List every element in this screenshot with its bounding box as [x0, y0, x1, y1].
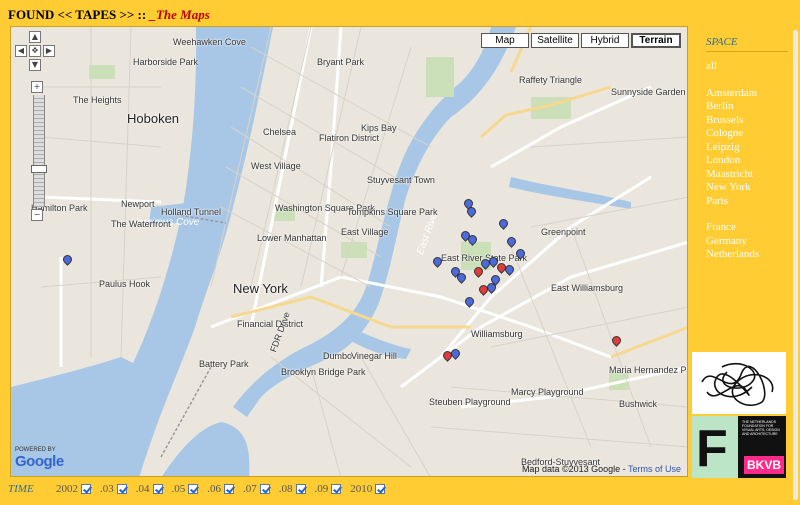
- map-label-flatiron: Flatiron District: [319, 133, 380, 143]
- google-branding: POWERED BY Google: [15, 447, 64, 470]
- pan-center-icon[interactable]: ✥: [29, 45, 41, 57]
- city-link[interactable]: London: [706, 154, 788, 168]
- zoom-out-icon[interactable]: −: [31, 209, 43, 221]
- map-label-east-williamsburg: East Williamsburg: [551, 283, 624, 293]
- map-label-greenpoint: Greenpoint: [541, 227, 586, 237]
- map-label-maria-hernandez: Maria Hernandez Park: [609, 365, 687, 375]
- space-sidebar: SPACE all Amsterdam Berlin Brussels Colo…: [706, 36, 788, 262]
- map-label-paulus-hook: Paulus Hook: [99, 279, 151, 289]
- city-link[interactable]: Brussels: [706, 114, 788, 128]
- year-filter[interactable]: 2010: [350, 483, 386, 495]
- map-label-weehawken: Weehawken Cove: [173, 37, 246, 47]
- year-checkbox[interactable]: [375, 484, 386, 494]
- map-label-marcy: Marcy Playground: [511, 387, 584, 397]
- year-checkbox[interactable]: [331, 484, 342, 494]
- map-label-the-waterfront: The Waterfront: [111, 219, 171, 229]
- time-label: TIME: [8, 483, 34, 495]
- map-view[interactable]: New York Hoboken East Village Greenpoint…: [10, 26, 688, 477]
- map-label-newport: Newport: [121, 199, 155, 209]
- city-link[interactable]: Amsterdam: [706, 87, 788, 101]
- map-label-harborside: Harborside Park: [133, 57, 199, 67]
- map-label-chelsea: Chelsea: [263, 127, 297, 137]
- map-attribution-text: Map data ©2013 Google -: [521, 464, 628, 474]
- sponsor-logo-letter: F: [696, 420, 728, 478]
- map-type-selector: Map Satellite Hybrid Terrain: [481, 33, 681, 48]
- sponsor-name: BKVB: [743, 456, 784, 474]
- city-link[interactable]: Paris: [706, 195, 788, 209]
- terms-of-use-link[interactable]: Terms of Use: [628, 464, 681, 474]
- map-label-raffety: Raffety Triangle: [519, 75, 582, 85]
- map-label-sunnyside: Sunnyside Garden Park: [611, 87, 687, 97]
- map-label-steuben-playground: Steuben Playground: [429, 397, 511, 407]
- map-type-map-button[interactable]: Map: [481, 33, 529, 48]
- year-checkbox[interactable]: [259, 484, 270, 494]
- map-label-williamsburg: Williamsburg: [471, 329, 523, 339]
- map-label-kips-bay: Kips Bay: [361, 123, 397, 133]
- year-filter[interactable]: .03: [100, 483, 127, 495]
- map-label-brooklyn-bridge-park: Brooklyn Bridge Park: [281, 367, 366, 377]
- year-checkbox[interactable]: [152, 484, 163, 494]
- year-filter[interactable]: .04: [136, 483, 163, 495]
- map-label-tompkins: Tompkins Square Park: [347, 207, 438, 217]
- map-label-hoboken: Hoboken: [127, 111, 180, 126]
- map-type-hybrid-button[interactable]: Hybrid: [581, 33, 629, 48]
- year-checkbox[interactable]: [224, 484, 234, 494]
- time-filter-bar: TIME 2002 .03 .04 .05 .06 .07 .08 .09 20…: [8, 483, 394, 495]
- zoom-slider[interactable]: [31, 95, 47, 207]
- year-filter[interactable]: .06: [207, 483, 234, 495]
- map-attribution: Map data ©2013 Google - Terms of Use: [522, 464, 681, 474]
- map-label-the-heights: The Heights: [73, 95, 122, 105]
- year-filter[interactable]: 2002: [56, 483, 91, 495]
- year-checkbox[interactable]: [81, 484, 91, 494]
- sponsor-small-text: THE NETHERLANDS FOUNDATION FOR VISUAL AR…: [742, 420, 780, 436]
- year-filter[interactable]: .08: [279, 483, 306, 495]
- country-link[interactable]: Germany: [706, 235, 788, 249]
- space-link-all[interactable]: all: [706, 60, 788, 74]
- country-link[interactable]: Netherlands: [706, 248, 788, 262]
- city-link[interactable]: Leipzig: [706, 141, 788, 155]
- year-checkbox[interactable]: [295, 484, 306, 494]
- page-header: FOUND << TAPES >> :: _The Maps: [8, 7, 210, 23]
- pan-down-icon[interactable]: ▼: [29, 59, 41, 71]
- site-title: FOUND << TAPES >> ::: [8, 7, 150, 22]
- year-filter[interactable]: .05: [172, 483, 199, 495]
- zoom-in-icon[interactable]: +: [31, 81, 43, 93]
- year-filter[interactable]: .09: [315, 483, 342, 495]
- year-checkbox[interactable]: [116, 484, 127, 494]
- map-label-battery-park: Battery Park: [199, 359, 249, 369]
- map-type-terrain-button[interactable]: Terrain: [631, 33, 681, 48]
- map-label-stuyvesant: Stuyvesant Town: [367, 175, 435, 185]
- city-link[interactable]: Maastricht: [706, 168, 788, 182]
- pan-right-icon[interactable]: ▶: [43, 45, 55, 57]
- map-label-bryant-park: Bryant Park: [317, 57, 365, 67]
- city-link[interactable]: Berlin: [706, 100, 788, 114]
- year-filter[interactable]: .07: [243, 483, 270, 495]
- map-label-new-york: New York: [233, 281, 288, 296]
- year-checkbox[interactable]: [188, 484, 199, 494]
- map-type-satellite-button[interactable]: Satellite: [531, 33, 579, 48]
- space-title: SPACE: [706, 36, 788, 52]
- tape-tangle-image[interactable]: [692, 352, 786, 414]
- city-link[interactable]: Cologne: [706, 127, 788, 141]
- pan-up-icon[interactable]: ▲: [29, 31, 41, 43]
- window-scrollbar[interactable]: [791, 0, 800, 505]
- sponsor-logo[interactable]: F THE NETHERLANDS FOUNDATION FOR VISUAL …: [692, 416, 786, 478]
- map-label-east-village: East Village: [341, 227, 389, 237]
- map-label-vinegar-hill: Vinegar Hill: [351, 351, 397, 361]
- city-link[interactable]: New York: [706, 181, 788, 195]
- google-logo[interactable]: Google: [15, 453, 64, 470]
- map-label-holland-tunnel: Holland Tunnel: [161, 207, 222, 217]
- page-subtitle: _The Maps: [149, 7, 210, 22]
- country-link[interactable]: France: [706, 221, 788, 235]
- map-label-bushwick: Bushwick: [619, 399, 658, 409]
- map-label-dumbo: Dumbo: [323, 351, 353, 361]
- map-label-financial-district: Financial District: [237, 319, 304, 329]
- zoom-slider-handle[interactable]: [31, 165, 47, 173]
- map-label-lower-manhattan: Lower Manhattan: [257, 233, 327, 243]
- map-label-west-village: West Village: [251, 161, 301, 171]
- pan-left-icon[interactable]: ◀: [15, 45, 27, 57]
